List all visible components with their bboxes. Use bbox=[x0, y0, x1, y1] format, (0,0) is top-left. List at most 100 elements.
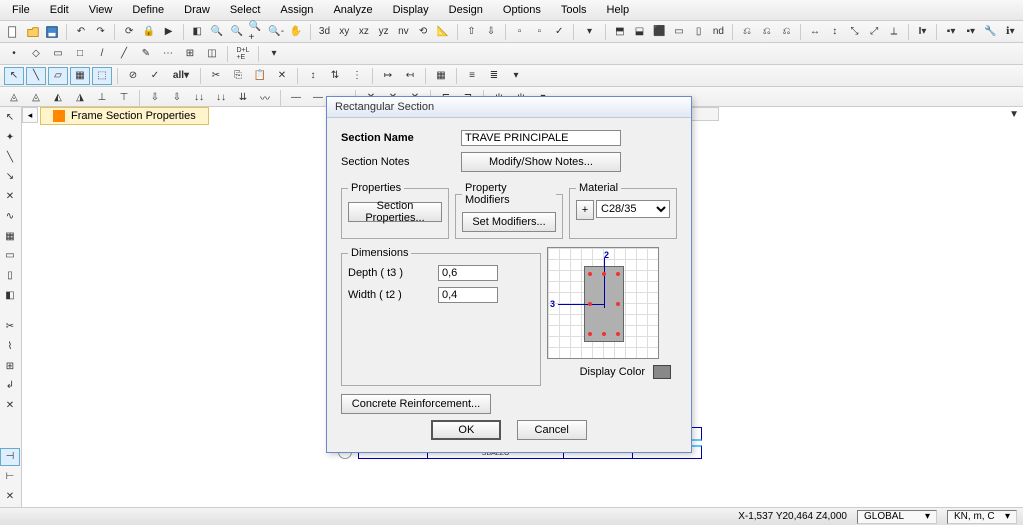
sel1-icon[interactable]: ⊘ bbox=[123, 67, 143, 85]
section-name-input[interactable] bbox=[461, 130, 621, 146]
lt-ext-icon[interactable]: ↲ bbox=[0, 377, 20, 395]
zoom-in-icon[interactable]: 🔍+ bbox=[248, 23, 266, 41]
view-nv-icon[interactable]: nv bbox=[395, 23, 413, 41]
sup1-icon[interactable]: ◬ bbox=[4, 89, 24, 107]
pointer-icon[interactable]: ↖ bbox=[4, 67, 24, 85]
view-3d-icon[interactable]: 3d bbox=[316, 23, 334, 41]
lock-icon[interactable]: 🔒 bbox=[140, 23, 158, 41]
sup3-icon[interactable]: ◭ bbox=[48, 89, 68, 107]
dim1-icon[interactable]: ↔ bbox=[806, 23, 824, 41]
modify-notes-button[interactable]: Modify/Show Notes... bbox=[461, 152, 621, 172]
tab-arrow-icon[interactable]: ◂ bbox=[22, 107, 38, 123]
lt-line2-icon[interactable]: ↘ bbox=[0, 168, 20, 186]
status-csys[interactable]: GLOBAL▾ bbox=[857, 510, 937, 524]
line1-icon[interactable]: — bbox=[286, 89, 306, 107]
down-icon[interactable]: ⇩ bbox=[482, 23, 500, 41]
view-yz-icon[interactable]: yz bbox=[375, 23, 393, 41]
wave-icon[interactable]: 〰 bbox=[255, 89, 275, 107]
dl-icon[interactable]: D+L+E bbox=[233, 45, 253, 63]
load2-icon[interactable]: ⇩ bbox=[167, 89, 187, 107]
shape1-icon[interactable]: ⬒ bbox=[611, 23, 629, 41]
section-properties-button[interactable]: Section Properties... bbox=[348, 202, 442, 222]
sup4-icon[interactable]: ◮ bbox=[70, 89, 90, 107]
dim3-icon[interactable]: ⤡ bbox=[846, 23, 864, 41]
all-icon[interactable]: all▾ bbox=[167, 67, 195, 85]
ext1-icon[interactable]: ↦ bbox=[378, 67, 398, 85]
color2-icon[interactable]: ▪▾ bbox=[962, 23, 980, 41]
load1-icon[interactable]: ⇩ bbox=[145, 89, 165, 107]
line-icon[interactable]: ╲ bbox=[26, 67, 46, 85]
lt-link-icon[interactable]: ⌇ bbox=[0, 338, 20, 356]
menu-assign[interactable]: Assign bbox=[272, 2, 321, 18]
dim2-icon[interactable]: ↕ bbox=[826, 23, 844, 41]
cursor-icon[interactable]: ⬚ bbox=[92, 67, 112, 85]
set-modifiers-button[interactable]: Set Modifiers... bbox=[462, 212, 556, 232]
mirror-icon[interactable]: ⇅ bbox=[325, 67, 345, 85]
menu-tools[interactable]: Tools bbox=[553, 2, 595, 18]
lt-mid-icon[interactable]: ⊢ bbox=[0, 468, 20, 486]
lt-rect2-icon[interactable]: ▯ bbox=[0, 267, 20, 285]
zoom-out-icon[interactable]: 🔍- bbox=[267, 23, 285, 41]
copy-icon[interactable]: ⎘ bbox=[228, 67, 248, 85]
open-icon[interactable] bbox=[24, 23, 42, 41]
lt-snap-icon[interactable]: ⊞ bbox=[0, 357, 20, 375]
lt-rect-icon[interactable]: ▭ bbox=[0, 247, 20, 265]
menu-display[interactable]: Display bbox=[385, 2, 437, 18]
text-icon[interactable]: ▾ bbox=[264, 45, 284, 63]
color1-icon[interactable]: ▪▾ bbox=[942, 23, 960, 41]
obj-icon[interactable]: ▫ bbox=[511, 23, 529, 41]
delete-icon[interactable]: ✕ bbox=[272, 67, 292, 85]
menu-select[interactable]: Select bbox=[222, 2, 269, 18]
misc2-icon[interactable]: ⎌ bbox=[758, 23, 776, 41]
area-icon[interactable]: ▱ bbox=[48, 67, 68, 85]
cancel-button[interactable]: Cancel bbox=[517, 420, 587, 440]
move-icon[interactable]: ↕ bbox=[303, 67, 323, 85]
lt-node-icon[interactable]: ✦ bbox=[0, 129, 20, 147]
dim5-icon[interactable]: ⟂ bbox=[885, 23, 903, 41]
node-icon[interactable]: • bbox=[4, 45, 24, 63]
align1-icon[interactable]: ≡ bbox=[462, 67, 482, 85]
undo-icon[interactable]: ↶ bbox=[72, 23, 90, 41]
view-xz-icon[interactable]: xz bbox=[355, 23, 373, 41]
depth-input[interactable] bbox=[438, 265, 498, 281]
cut-icon[interactable]: ✂ bbox=[206, 67, 226, 85]
check-icon[interactable]: ✓ bbox=[550, 23, 568, 41]
menu-analyze[interactable]: Analyze bbox=[325, 2, 380, 18]
rect2-icon[interactable]: □ bbox=[70, 45, 90, 63]
menu-file[interactable]: File bbox=[4, 2, 38, 18]
menu-help[interactable]: Help bbox=[599, 2, 638, 18]
refresh-icon[interactable]: ⟳ bbox=[120, 23, 138, 41]
erase-icon[interactable]: ◫ bbox=[202, 45, 222, 63]
lt-line-icon[interactable]: ╲ bbox=[0, 148, 20, 166]
lt-pointer-icon[interactable]: ↖ bbox=[0, 109, 20, 127]
lt-hatch-icon[interactable]: ▦ bbox=[0, 227, 20, 245]
lt-x-icon[interactable]: ✕ bbox=[0, 397, 20, 415]
zoom-full-icon[interactable]: 🔍 bbox=[208, 23, 226, 41]
info-icon[interactable]: ℹ▾ bbox=[1001, 23, 1019, 41]
reinforcement-button[interactable]: Concrete Reinforcement... bbox=[341, 394, 491, 414]
align2-icon[interactable]: ≣ bbox=[484, 67, 504, 85]
misc1-icon[interactable]: ⎌ bbox=[738, 23, 756, 41]
line2-icon[interactable]: — bbox=[308, 89, 328, 107]
menu-options[interactable]: Options bbox=[495, 2, 549, 18]
load4-icon[interactable]: ↓↓ bbox=[211, 89, 231, 107]
redo-icon[interactable]: ↷ bbox=[92, 23, 110, 41]
lt-int-icon[interactable]: ✕ bbox=[0, 487, 20, 505]
view-xy-icon[interactable]: xy bbox=[335, 23, 353, 41]
perspective-icon[interactable]: 📐 bbox=[434, 23, 452, 41]
memb2-icon[interactable]: ╱ bbox=[114, 45, 134, 63]
rect-icon[interactable]: ▭ bbox=[48, 45, 68, 63]
width-input[interactable] bbox=[438, 287, 498, 303]
obj2-icon[interactable]: ▫ bbox=[531, 23, 549, 41]
material-add-button[interactable]: + bbox=[576, 200, 594, 220]
up-icon[interactable]: ⇧ bbox=[463, 23, 481, 41]
lt-cross-icon[interactable]: ✕ bbox=[0, 188, 20, 206]
load3-icon[interactable]: ↓↓ bbox=[189, 89, 209, 107]
zoom-prev-icon[interactable]: 🔍 bbox=[228, 23, 246, 41]
display-color-swatch[interactable] bbox=[653, 365, 671, 379]
menu-view[interactable]: View bbox=[81, 2, 121, 18]
tab-frame-sections[interactable]: Frame Section Properties bbox=[40, 107, 209, 125]
ok-button[interactable]: OK bbox=[431, 420, 501, 440]
new-icon[interactable] bbox=[4, 23, 22, 41]
menu-define[interactable]: Define bbox=[124, 2, 172, 18]
